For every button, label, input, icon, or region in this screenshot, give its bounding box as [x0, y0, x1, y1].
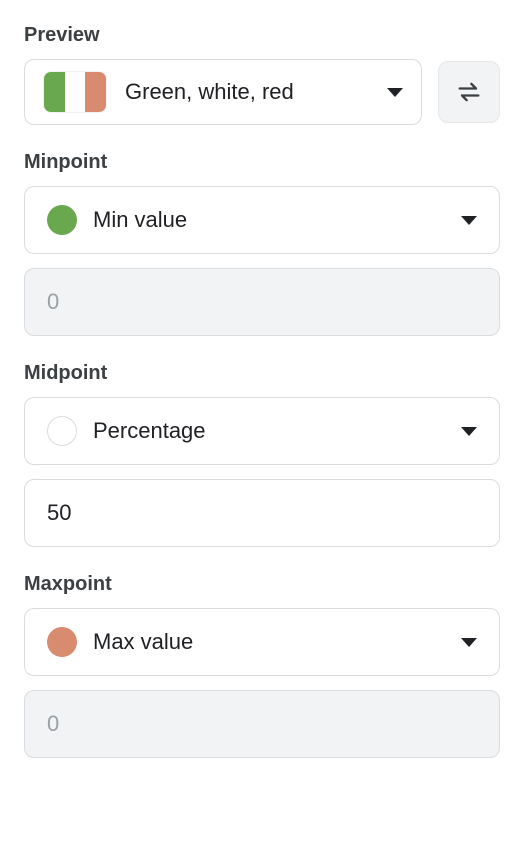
- maxpoint-color-dot: [47, 627, 77, 657]
- preview-section: Preview Green, white, red: [24, 24, 500, 125]
- gradient-swatch: [43, 71, 107, 113]
- minpoint-color-dot: [47, 205, 77, 235]
- midpoint-label: Midpoint: [24, 362, 500, 385]
- maxpoint-value-input: [47, 711, 477, 737]
- maxpoint-value-field: [24, 690, 500, 758]
- midpoint-select[interactable]: Percentage: [24, 397, 500, 465]
- maxpoint-section: Maxpoint Max value: [24, 573, 500, 758]
- swap-button[interactable]: [438, 61, 500, 123]
- minpoint-value-input: [47, 289, 477, 315]
- midpoint-color-dot: [47, 416, 77, 446]
- gradient-seg-end: [85, 72, 106, 112]
- maxpoint-select-text: Max value: [93, 629, 445, 655]
- chevron-down-icon: [461, 216, 477, 225]
- midpoint-section: Midpoint Percentage: [24, 362, 500, 547]
- swap-horiz-icon: [455, 78, 483, 106]
- minpoint-label: Minpoint: [24, 151, 500, 174]
- maxpoint-select[interactable]: Max value: [24, 608, 500, 676]
- gradient-seg-mid: [65, 72, 86, 112]
- chevron-down-icon: [461, 427, 477, 436]
- chevron-down-icon: [387, 88, 403, 97]
- preview-row: Green, white, red: [24, 59, 500, 125]
- preview-select-text: Green, white, red: [125, 79, 369, 105]
- preview-select[interactable]: Green, white, red: [24, 59, 422, 125]
- preview-label: Preview: [24, 24, 500, 47]
- maxpoint-label: Maxpoint: [24, 573, 500, 596]
- midpoint-value-field[interactable]: [24, 479, 500, 547]
- minpoint-value-field: [24, 268, 500, 336]
- chevron-down-icon: [461, 638, 477, 647]
- minpoint-select-text: Min value: [93, 207, 445, 233]
- gradient-seg-start: [44, 72, 65, 112]
- midpoint-select-text: Percentage: [93, 418, 445, 444]
- midpoint-value-input[interactable]: [47, 500, 477, 526]
- minpoint-section: Minpoint Min value: [24, 151, 500, 336]
- minpoint-select[interactable]: Min value: [24, 186, 500, 254]
